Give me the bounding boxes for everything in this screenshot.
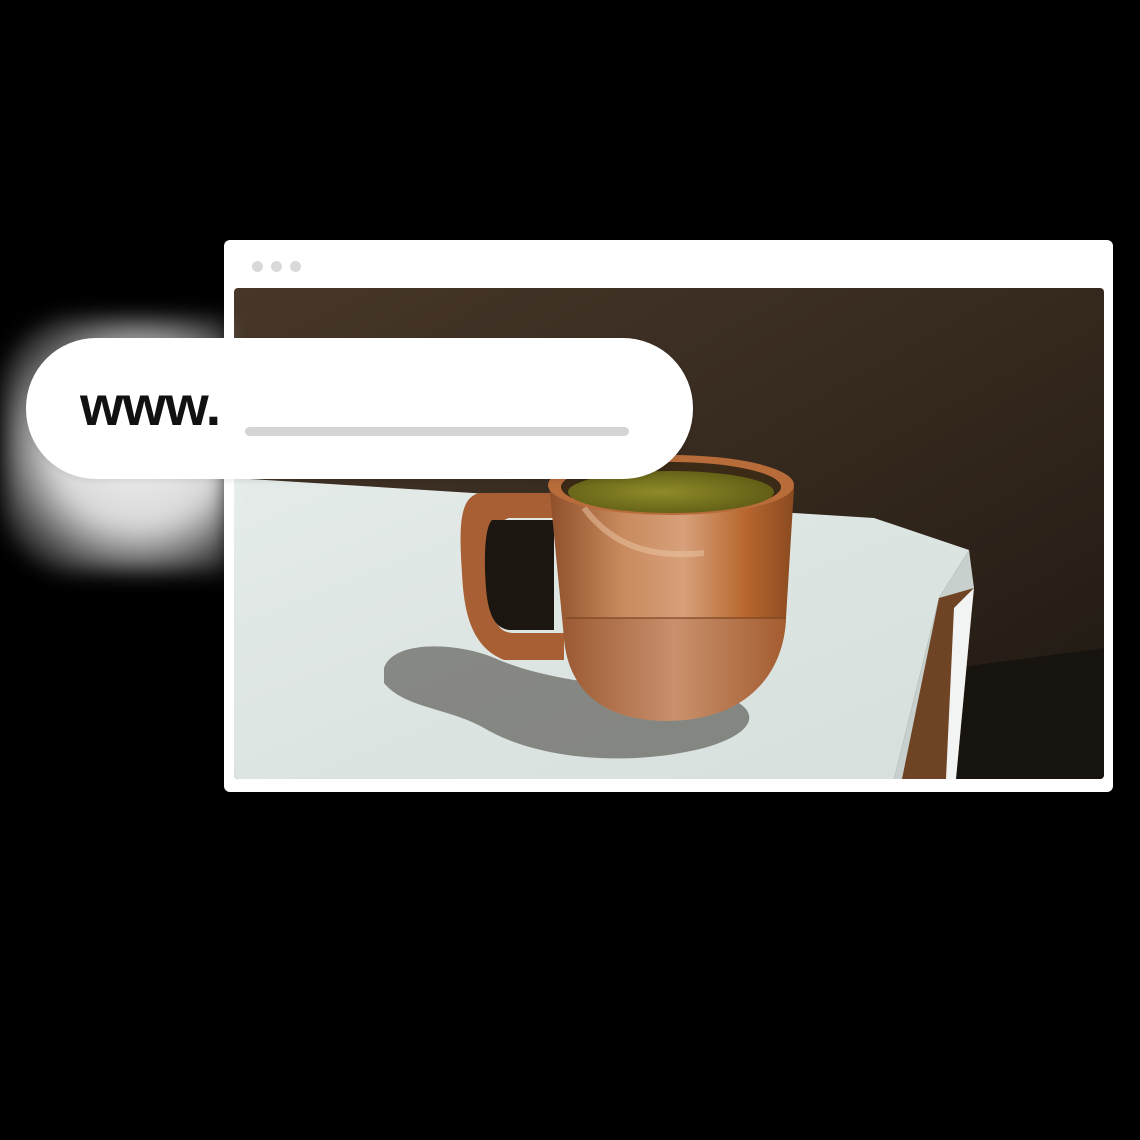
url-placeholder-line — [245, 427, 629, 436]
address-bar[interactable]: www. — [26, 338, 693, 479]
url-prefix-text: www. — [80, 374, 221, 437]
stage: www. — [0, 0, 1140, 1140]
window-controls — [252, 261, 301, 272]
window-dot-icon[interactable] — [252, 261, 263, 272]
window-dot-icon[interactable] — [290, 261, 301, 272]
browser-window — [224, 240, 1113, 792]
window-dot-icon[interactable] — [271, 261, 282, 272]
